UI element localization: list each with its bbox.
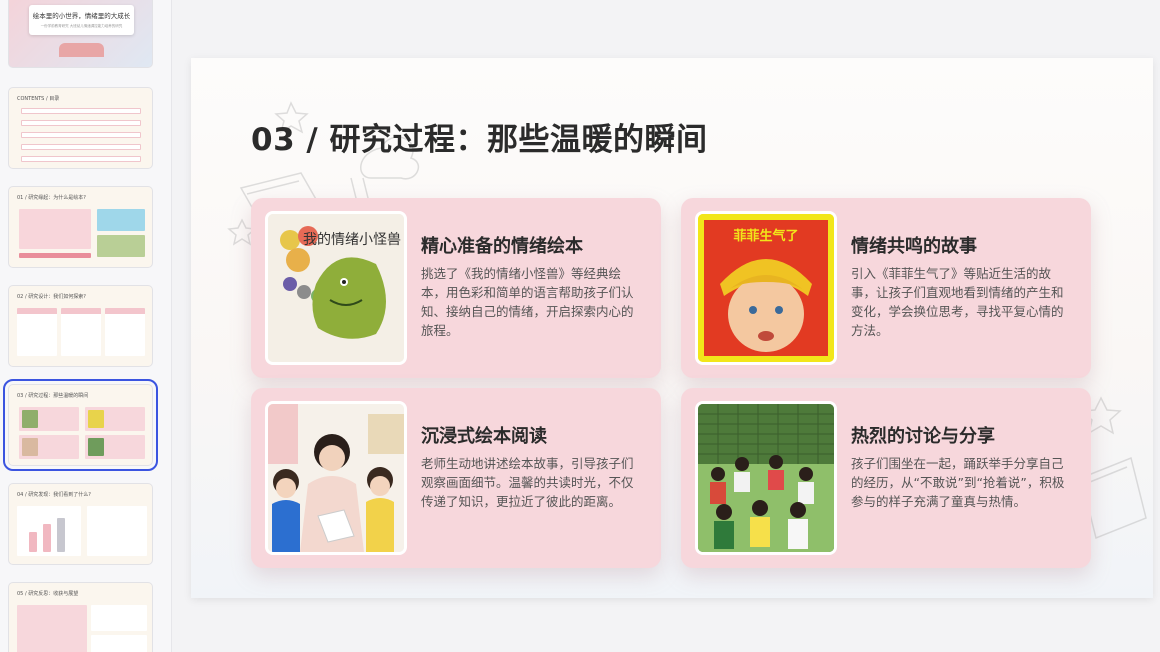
card-emotion-picture-books[interactable]: 我的情绪小怪兽 精心准备的情绪绘本 挑选了《我的情绪小怪兽》等经典绘本，用色彩和…	[251, 198, 661, 378]
slide-thumbnail-2[interactable]: CONTENTS / 目录	[8, 87, 153, 169]
thumbnail-title: 02 / 研究设计：我们如何探索?	[17, 294, 86, 300]
card-description: 挑选了《我的情绪小怪兽》等经典绘本，用色彩和简单的语言帮助孩子们认知、接纳自己的…	[421, 266, 634, 338]
thumbnail-image	[22, 410, 38, 428]
slide-thumbnail-6[interactable]: 04 / 研究发现：我们看到了什么?	[8, 483, 153, 565]
thumbnail-book-illustration	[59, 43, 104, 57]
thumbnail-image	[88, 438, 104, 456]
thumbnail-text-panel	[87, 506, 147, 556]
slide-thumbnail-1[interactable]: 绘本里的小世界，情绪里的大成长 一份学前教育研究 大班幼儿情绪调控能力培养的研究	[8, 0, 153, 68]
thumbnail-bar	[43, 524, 51, 552]
discussion-photo	[695, 401, 837, 555]
card-description: 孩子们围坐在一起，踊跃举手分享自己的经历，从“不敢说”到“抢着说”，积极参与的样…	[851, 456, 1065, 509]
slide-thumbnail-3[interactable]: 01 / 研究缘起：为什么是绘本?	[8, 186, 153, 268]
thumbnail-panel	[91, 635, 147, 652]
thumbnail-subtitle: 一份学前教育研究 大班幼儿情绪调控能力培养的研究	[40, 24, 123, 28]
card-title: 精心准备的情绪绘本	[421, 236, 583, 257]
card-description: 老师生动地讲述绘本故事，引导孩子们观察画面细节。温馨的共读时光，不仅传递了知识，…	[421, 456, 634, 509]
book-cover-title: 菲菲生气了	[733, 228, 798, 244]
thumbnail-title: 03 / 研究过程：那些温暖的瞬间	[17, 393, 89, 399]
thumbnail-row	[21, 108, 141, 114]
thumbnail-bar	[29, 532, 37, 552]
card-immersive-reading[interactable]: 沉浸式绘本阅读 老师生动地讲述绘本故事，引导孩子们观察画面细节。温馨的共读时光，…	[251, 388, 661, 568]
thumbnail-image	[22, 438, 38, 456]
card-title: 情绪共鸣的故事	[851, 236, 977, 257]
thumbnail-image	[97, 235, 145, 257]
slide-title[interactable]: 03 / 研究过程：那些温暖的瞬间	[251, 114, 708, 159]
book-cover-image: 菲菲生气了	[695, 211, 837, 365]
thumbnail-row	[21, 132, 141, 138]
children-circle-illustration	[698, 404, 834, 552]
card-discussion-sharing[interactable]: 热烈的讨论与分享 孩子们围坐在一起，踊跃举手分享自己的经历，从“不敢说”到“抢着…	[681, 388, 1091, 568]
card-title: 沉浸式绘本阅读	[421, 426, 547, 447]
thumbnail-title: 04 / 研究发现：我们看到了什么?	[17, 492, 91, 498]
slide-thumbnail-5[interactable]: 03 / 研究过程：那些温暖的瞬间	[3, 379, 158, 471]
thumbnail-highlight	[19, 253, 91, 258]
thumbnail-image	[97, 209, 145, 231]
thumbnail-column	[105, 308, 145, 356]
slide-thumbnail-panel: 绘本里的小世界，情绪里的大成长 一份学前教育研究 大班幼儿情绪调控能力培养的研究…	[0, 0, 172, 652]
slide-thumbnail-4[interactable]: 02 / 研究设计：我们如何探索?	[8, 285, 153, 367]
book-cover-title: 我的情绪小怪兽	[303, 232, 401, 248]
thumbnail-column	[61, 308, 101, 356]
reading-photo	[265, 401, 407, 555]
thumbnail-title: 01 / 研究缘起：为什么是绘本?	[17, 195, 86, 201]
thumbnail-image	[88, 410, 104, 428]
thumbnail-panel	[17, 605, 87, 652]
thumbnail-title: 05 / 研究反思：收获与展望	[17, 591, 79, 597]
book-cover-image: 我的情绪小怪兽	[265, 211, 407, 365]
thumbnail-panel	[91, 605, 147, 631]
thumbnail-cover-card: 绘本里的小世界，情绪里的大成长 一份学前教育研究 大班幼儿情绪调控能力培养的研究	[29, 5, 134, 35]
card-resonant-stories[interactable]: 菲菲生气了 情绪共鸣的故事 引入《菲菲生气了》等贴近生活的故事，让孩子们直观地看…	[681, 198, 1091, 378]
thumbnail-bar	[57, 518, 65, 552]
thumbnail-panel	[19, 209, 91, 249]
card-description: 引入《菲菲生气了》等贴近生活的故事，让孩子们直观地看到情绪的产生和变化，学会换位…	[851, 266, 1064, 338]
card-title: 热烈的讨论与分享	[851, 426, 995, 447]
thumbnail-row	[21, 120, 141, 126]
thumbnail-column	[17, 308, 57, 356]
thumbnail-title: 绘本里的小世界，情绪里的大成长	[32, 12, 131, 20]
teacher-reading-illustration	[268, 404, 404, 552]
thumbnail-title: CONTENTS / 目录	[17, 96, 60, 102]
thumbnail-row	[21, 156, 141, 162]
fifi-angry-book-illustration: 菲菲生气了	[698, 214, 834, 362]
monster-book-illustration: 我的情绪小怪兽	[268, 214, 404, 362]
slide-canvas: 03 / 研究过程：那些温暖的瞬间 我的情绪小怪兽 精心准备的情绪绘本 挑选了《…	[191, 58, 1153, 598]
thumbnail-row	[21, 144, 141, 150]
slide-thumbnail-7[interactable]: 05 / 研究反思：收获与展望	[8, 582, 153, 652]
